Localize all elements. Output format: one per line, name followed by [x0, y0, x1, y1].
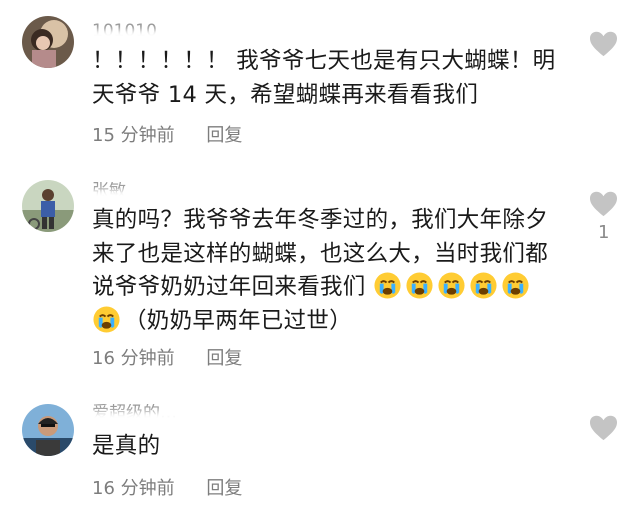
timestamp: 16 分钟前 [92, 348, 175, 369]
comment-text: 真的吗？我爷爷去年冬季过的，我们大年除夕来了也是这样的蝴蝶，也这么大，当时我们都… [92, 207, 549, 334]
avatar[interactable] [22, 16, 74, 68]
comment-text: ！！！！！！ 我爷爷七天也是有只大蝴蝶！明天爷爷 14 天，希望蝴蝶再来看看我们 [92, 48, 556, 108]
comment-meta: 16 分钟前 回复 [92, 344, 242, 370]
like-count: 1 [598, 222, 610, 243]
crying-face-icon [92, 305, 121, 334]
crying-face-icon [501, 271, 530, 300]
reply-button[interactable]: 回复 [206, 348, 242, 369]
username-mask [84, 412, 239, 430]
reply-button[interactable]: 回复 [206, 125, 242, 146]
crying-face-icon [405, 271, 434, 300]
timestamp: 16 分钟前 [92, 478, 175, 499]
comment-meta: 16 分钟前 回复 [92, 474, 242, 500]
crying-face-icon [373, 271, 402, 300]
heart-outline-icon[interactable] [588, 30, 619, 58]
avatar[interactable] [22, 404, 74, 456]
crying-face-icon [437, 271, 466, 300]
comment-2: 张敏 真的吗？我爷爷去年冬季过的，我们大年除夕来了也是这样的蝴蝶，也这么大，当时… [0, 160, 641, 390]
heart-outline-icon[interactable] [588, 190, 619, 218]
crying-face-icon [469, 271, 498, 300]
timestamp: 15 分钟前 [92, 125, 175, 146]
comment-meta: 15 分钟前 回复 [92, 121, 242, 147]
comment-3: 爱超级的… 是真的 16 分钟前 回复 [0, 390, 641, 522]
comment-1: 101010 ！！！！！！ 我爷爷七天也是有只大蝴蝶！明天爷爷 14 天，希望蝴… [0, 0, 641, 160]
reply-button[interactable]: 回复 [206, 478, 242, 499]
heart-outline-icon[interactable] [588, 414, 619, 442]
comment-text: 是真的 [92, 433, 161, 459]
avatar[interactable] [22, 180, 74, 232]
